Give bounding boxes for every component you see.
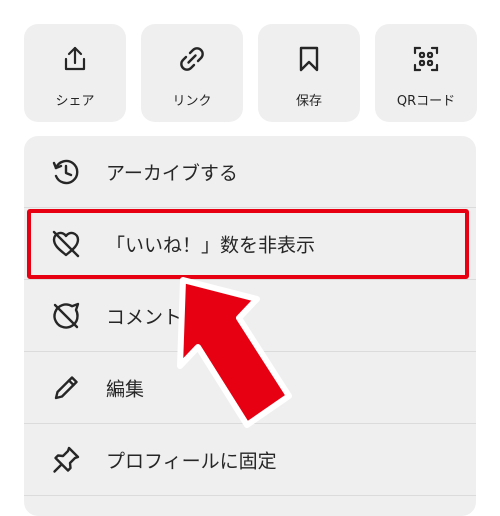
pointer-arrow-icon <box>177 277 292 428</box>
